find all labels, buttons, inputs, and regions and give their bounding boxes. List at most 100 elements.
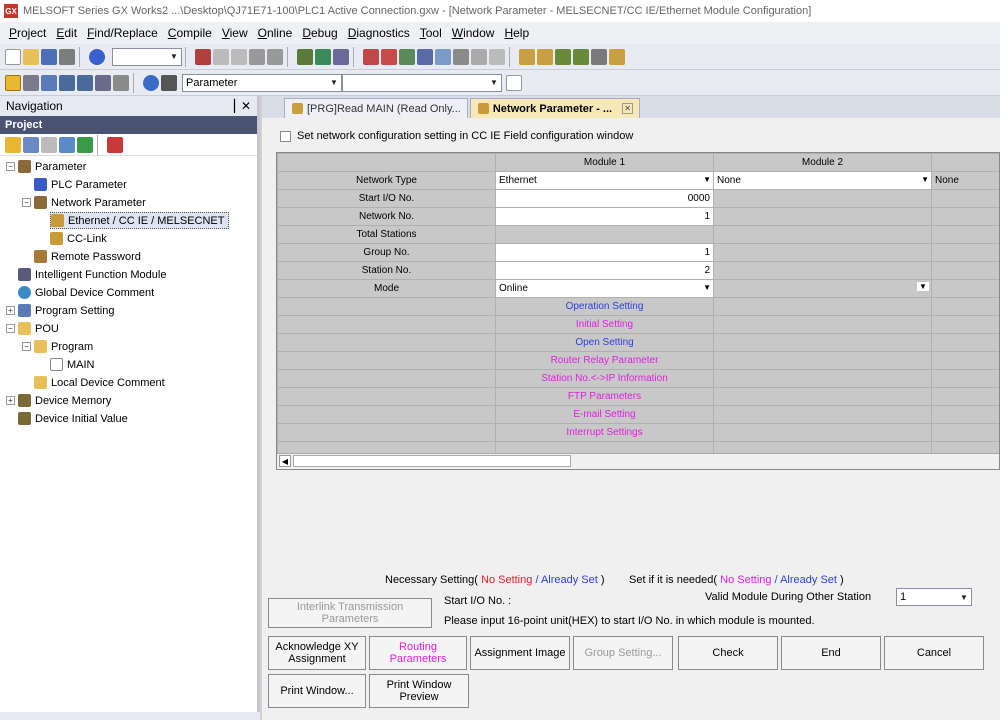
open-data-icon[interactable] xyxy=(59,136,75,153)
device-batch-icon[interactable] xyxy=(471,48,487,65)
menu-help[interactable]: Help xyxy=(499,26,534,40)
refresh-icon[interactable] xyxy=(77,136,93,153)
help-icon[interactable] xyxy=(89,48,105,65)
collapse-icon[interactable]: − xyxy=(22,198,31,207)
ladder-tool-1-icon[interactable] xyxy=(519,48,535,65)
tree-item-program-setting[interactable]: + Program Setting xyxy=(6,302,114,319)
menu-diagnostics[interactable]: Diagnostics xyxy=(343,26,415,40)
scroll-thumb[interactable] xyxy=(293,455,571,467)
tree-item-ethernet[interactable]: Ethernet / CC IE / MELSECNET xyxy=(50,212,229,229)
group-no-input-module-1[interactable]: 1 xyxy=(495,243,714,262)
watch-window-icon[interactable] xyxy=(77,74,93,91)
station-no-input-module-1[interactable]: 2 xyxy=(495,261,714,280)
copy-icon[interactable] xyxy=(213,48,229,65)
tree-item-program[interactable]: − Program xyxy=(22,338,93,355)
device-list-icon[interactable] xyxy=(59,74,75,91)
menu-view[interactable]: View xyxy=(217,26,253,40)
properties-icon[interactable] xyxy=(23,136,39,153)
redo-icon[interactable] xyxy=(267,48,283,65)
tree-item-local-comment[interactable]: Local Device Comment xyxy=(34,374,165,391)
build-all-icon[interactable] xyxy=(333,48,349,65)
end-button[interactable]: End xyxy=(781,636,881,670)
watch-icon[interactable] xyxy=(489,48,505,65)
setting-link-e-mail-setting[interactable]: E-mail Setting xyxy=(495,405,714,424)
help-icon[interactable] xyxy=(143,74,159,91)
simulation-icon[interactable] xyxy=(453,48,469,65)
scroll-left-icon[interactable]: ◀ xyxy=(279,455,291,467)
compile-icon[interactable] xyxy=(297,48,313,65)
config-checkbox[interactable] xyxy=(280,130,291,142)
ladder-tool-4-icon[interactable] xyxy=(573,48,589,65)
parameter-combo[interactable]: Parameter ▼ xyxy=(182,73,342,92)
page-icon[interactable] xyxy=(506,74,522,91)
setting-link-station-no-ip-information[interactable]: Station No.<->IP Information xyxy=(495,369,714,388)
tree-item-pou[interactable]: − POU xyxy=(6,320,59,337)
expand-icon[interactable]: + xyxy=(6,396,15,405)
setting-link-ftp-parameters[interactable]: FTP Parameters xyxy=(495,387,714,406)
start-io-input-module-1[interactable]: 0000 xyxy=(495,189,714,208)
save-icon[interactable] xyxy=(41,48,57,65)
layout-icon[interactable] xyxy=(113,74,129,91)
paste-icon[interactable] xyxy=(231,48,247,65)
tree-item-device-initial[interactable]: Device Initial Value xyxy=(18,410,128,427)
setting-link-initial-setting[interactable]: Initial Setting xyxy=(495,315,714,334)
monitor-icon[interactable] xyxy=(417,48,433,65)
print-icon[interactable] xyxy=(59,48,75,65)
menu-online[interactable]: Online xyxy=(253,26,298,40)
group-setting-button[interactable]: Group Setting... xyxy=(573,636,673,670)
ladder-tool-2-icon[interactable] xyxy=(537,48,553,65)
read-plc-icon[interactable] xyxy=(363,48,379,65)
close-tab-icon[interactable]: ✕ xyxy=(622,103,634,114)
setting-link-open-setting[interactable]: Open Setting xyxy=(495,333,714,352)
valid-module-select[interactable]: 1 ▼ xyxy=(896,588,972,606)
cancel-button[interactable]: Cancel xyxy=(884,636,984,670)
tree-item-device-memory[interactable]: + Device Memory xyxy=(6,392,111,409)
tree-item-plc-parameter[interactable]: PLC Parameter xyxy=(34,176,127,193)
mode-select-module-2[interactable]: ▼ xyxy=(713,279,932,298)
network-no-input-module-1[interactable]: 1 xyxy=(495,207,714,226)
menu-project[interactable]: Project xyxy=(4,26,51,40)
tab-read-main[interactable]: [PRG]Read MAIN (Read Only... xyxy=(284,98,468,118)
menu-debug[interactable]: Debug xyxy=(297,26,342,40)
toolbar-combo[interactable]: ▼ xyxy=(112,47,182,66)
tree-item-intelligent-module[interactable]: Intelligent Function Module xyxy=(18,266,166,283)
output-icon[interactable] xyxy=(95,74,111,91)
element-combo[interactable]: ▼ xyxy=(342,73,502,92)
cut-icon[interactable] xyxy=(195,48,211,65)
menu-compile[interactable]: Compile xyxy=(163,26,217,40)
tree-item-network-parameter[interactable]: − Network Parameter xyxy=(22,194,146,211)
binoculars-icon[interactable] xyxy=(161,74,177,91)
menu-window[interactable]: Window xyxy=(447,26,500,40)
list-icon[interactable] xyxy=(23,74,39,91)
new-icon[interactable] xyxy=(5,48,21,65)
open-icon[interactable] xyxy=(23,48,39,65)
setting-link-operation-setting[interactable]: Operation Setting xyxy=(495,297,714,316)
check-button[interactable]: Check xyxy=(678,636,778,670)
monitor-stop-icon[interactable] xyxy=(435,48,451,65)
setting-link-router-relay-parameter[interactable]: Router Relay Parameter xyxy=(495,351,714,370)
menu-edit[interactable]: Edit xyxy=(51,26,82,40)
network-type-select-module-1[interactable]: Ethernet ▼ xyxy=(495,171,714,190)
collapse-icon[interactable]: − xyxy=(6,162,15,171)
expand-icon[interactable]: + xyxy=(6,306,15,315)
assignment-image-button[interactable]: Assignment Image xyxy=(470,636,570,670)
tree-item-cclink[interactable]: CC-Link xyxy=(50,230,107,247)
window-icon[interactable] xyxy=(41,74,57,91)
rebuild-icon[interactable] xyxy=(315,48,331,65)
undo-icon[interactable] xyxy=(249,48,265,65)
filter-icon[interactable] xyxy=(107,136,123,153)
write-plc-icon[interactable] xyxy=(381,48,397,65)
tree-item-parameter[interactable]: − Parameter xyxy=(6,158,86,175)
navigation-icon[interactable] xyxy=(5,74,21,91)
collapse-icon[interactable]: − xyxy=(22,342,31,351)
interlink-transmission-button[interactable]: Interlink Transmission Parameters xyxy=(268,598,432,628)
print-window-button[interactable]: Print Window... xyxy=(268,674,366,708)
tab-network-parameter[interactable]: Network Parameter - ... ✕ xyxy=(469,98,641,118)
setting-link-interrupt-settings[interactable]: Interrupt Settings xyxy=(495,423,714,442)
tree-item-main[interactable]: MAIN xyxy=(50,356,95,373)
menu-tool[interactable]: Tool xyxy=(415,26,447,40)
print-preview-button[interactable]: Print Window Preview xyxy=(369,674,469,708)
close-icon[interactable]: ✕ xyxy=(241,99,251,113)
network-type-select-module-2[interactable]: None ▼ xyxy=(713,171,932,190)
horizontal-scrollbar[interactable]: ◀ xyxy=(277,453,999,469)
